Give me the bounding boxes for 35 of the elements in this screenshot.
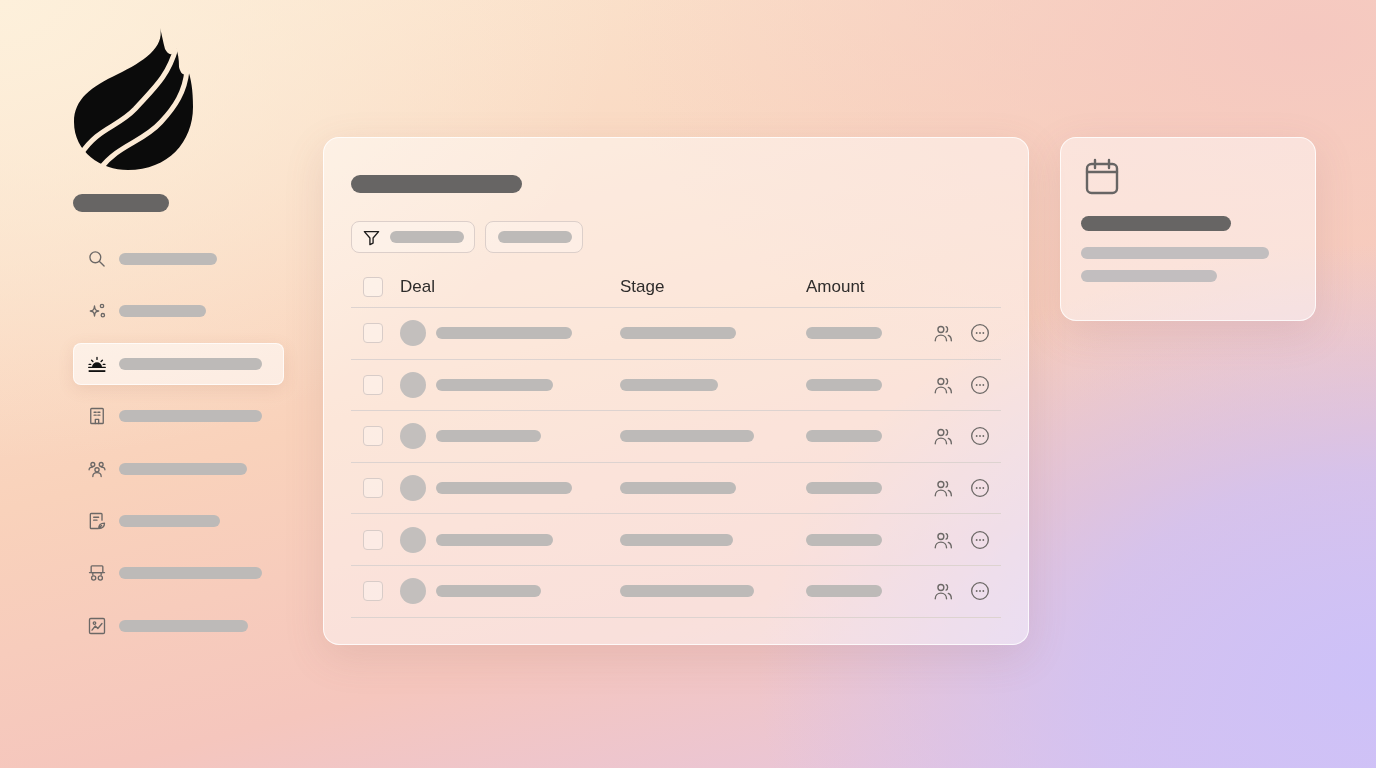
people-icon[interactable] <box>933 323 954 344</box>
image-icon <box>87 615 107 636</box>
search-icon <box>87 249 107 269</box>
column-header: Stage <box>620 277 666 297</box>
avatar-icon <box>400 526 426 553</box>
checkbox[interactable] <box>363 581 383 602</box>
checkbox[interactable] <box>363 478 383 499</box>
people-icon[interactable] <box>933 581 954 602</box>
more-icon[interactable] <box>970 581 990 602</box>
checkbox[interactable] <box>363 374 383 395</box>
people-icon[interactable] <box>933 426 954 447</box>
more-icon[interactable] <box>970 374 990 395</box>
column-header: Deal <box>400 277 436 297</box>
checkbox[interactable] <box>363 426 383 447</box>
avatar-icon <box>400 475 426 502</box>
avatar-icon <box>400 320 426 347</box>
more-icon[interactable] <box>970 529 990 550</box>
calendar-icon <box>1084 158 1120 196</box>
nav-item[interactable] <box>73 342 284 385</box>
avatar-icon <box>400 423 426 450</box>
checkbox[interactable] <box>363 529 383 550</box>
checkbox[interactable] <box>363 323 383 344</box>
cart-icon <box>87 563 107 584</box>
document-leaf-icon <box>87 510 107 531</box>
toolbar-button[interactable] <box>485 221 583 253</box>
more-icon[interactable] <box>970 426 990 447</box>
more-icon[interactable] <box>970 478 990 499</box>
avatar-icon <box>400 578 426 605</box>
avatar-icon <box>400 371 426 398</box>
people-icon[interactable] <box>933 478 954 499</box>
filter-button[interactable] <box>351 221 475 253</box>
checkbox[interactable] <box>363 277 383 297</box>
more-icon[interactable] <box>970 323 990 344</box>
column-header: Amount <box>806 277 866 297</box>
building-icon <box>87 406 107 427</box>
